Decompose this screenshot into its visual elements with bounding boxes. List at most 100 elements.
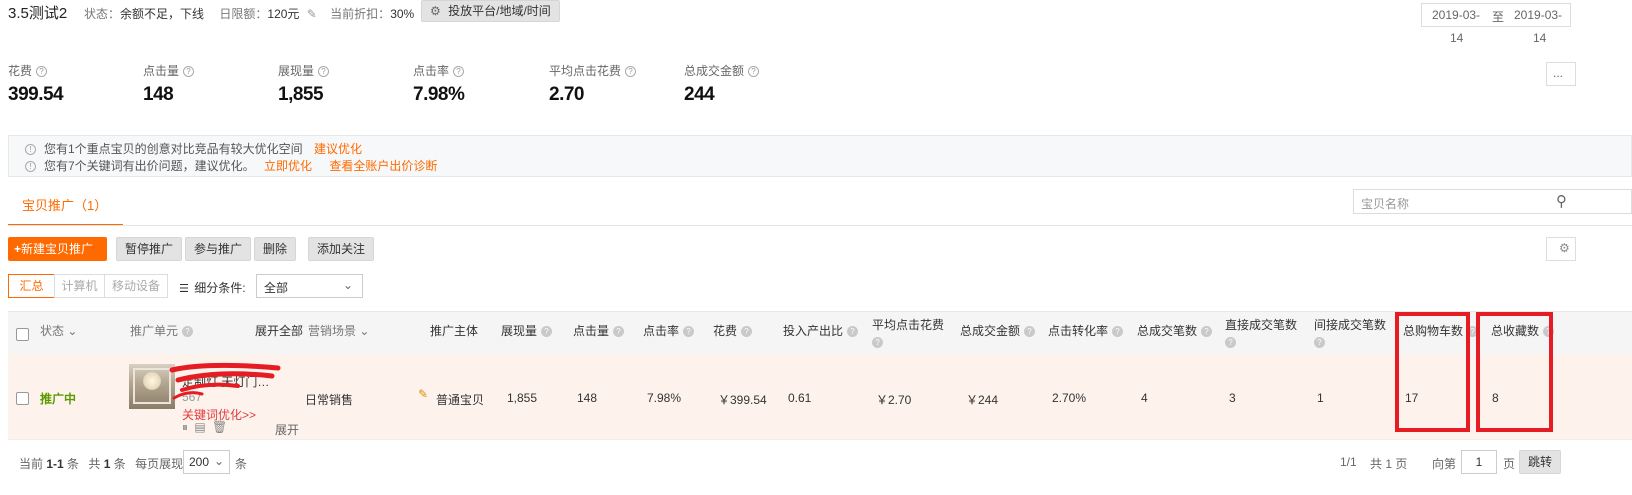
metric-value: 244 (684, 84, 715, 105)
help-icon[interactable]: ? (625, 66, 637, 78)
expand-link[interactable]: 展开 (275, 421, 299, 438)
help-icon[interactable]: ? (1112, 326, 1124, 338)
follow-button[interactable]: 添加关注 (308, 237, 375, 261)
discount-value: 30% (390, 7, 415, 21)
gear-icon: ⚙ (1559, 241, 1570, 255)
plus-icon: + (14, 242, 22, 256)
th-status[interactable]: 状态 ⌄ (40, 322, 77, 339)
help-icon[interactable]: ? (741, 326, 753, 338)
device-tab-summary[interactable]: 汇总 (8, 274, 55, 298)
help-icon[interactable]: ? (318, 66, 330, 78)
th-indirect-orders[interactable]: 间接成交笔数? (1314, 316, 1386, 349)
help-icon[interactable]: ? (182, 326, 194, 338)
th-cvr[interactable]: 点击转化率? (1048, 322, 1124, 339)
help-icon[interactable]: ? (183, 66, 195, 78)
notice-item: ! 您有7个关键词有出价问题，建议优化。 立即优化 查看全账户出价诊断 (25, 157, 437, 174)
optimize-now-link[interactable]: 立即优化 (264, 159, 312, 173)
cell-orders: 4 (1141, 391, 1148, 405)
settings-button[interactable]: ⚙ (1546, 237, 1576, 261)
cell-cvr: 2.70% (1052, 391, 1087, 405)
suggest-optimize-link[interactable]: 建议优化 (314, 142, 362, 156)
help-icon[interactable]: ? (1024, 326, 1036, 338)
cell-scene: 日常销售 (305, 393, 354, 407)
metric-value: 2.70 (549, 84, 584, 105)
help-icon[interactable]: ? (683, 326, 695, 338)
info-icon: ! (25, 161, 36, 173)
th-clicks[interactable]: 点击量? (573, 322, 625, 339)
per-page-select[interactable]: 200 ⌄ (183, 450, 230, 474)
more-button[interactable]: ... (1546, 62, 1576, 86)
ceiling-frame (133, 368, 171, 404)
help-icon[interactable]: ? (748, 66, 760, 78)
th-cost[interactable]: 花费? (713, 322, 753, 339)
help-icon[interactable]: ? (1201, 326, 1213, 338)
delete-button[interactable]: 删除 (254, 237, 297, 261)
select-all-checkbox[interactable] (16, 328, 29, 341)
edit-subject-icon[interactable]: ✎ (418, 387, 428, 401)
th-impressions[interactable]: 展现量? (501, 322, 553, 339)
budget-value: 120元 (267, 7, 300, 21)
goto-button[interactable]: 跳转 (1519, 450, 1561, 474)
help-icon[interactable]: ? (36, 66, 48, 78)
cell-indirect-orders: 1 (1317, 391, 1324, 405)
search-icon[interactable]: ⚲ (1556, 192, 1567, 210)
cell-impressions: 1,855 (507, 391, 538, 405)
status-value: 余额不足，下线 (120, 7, 205, 21)
metric-value: 148 (143, 84, 174, 105)
annotation-box-cart (1395, 312, 1470, 432)
cell-ctr: 7.98% (647, 391, 682, 405)
expand-all-link[interactable]: 展开全部 (255, 322, 303, 339)
pause-button[interactable]: 暂停推广 (116, 237, 183, 261)
date-start: 2019-03- (1432, 8, 1481, 22)
th-gmv[interactable]: 总成交金额? (960, 322, 1036, 339)
metric-value: 7.98% (413, 84, 465, 105)
info-icon: ! (25, 144, 36, 156)
help-icon[interactable]: ? (847, 326, 859, 338)
help-icon[interactable]: ? (1314, 337, 1325, 349)
th-orders[interactable]: 总成交笔数? (1137, 322, 1213, 339)
pagination-summary: 当前 1-1 条 共 1 条 每页展现 (19, 457, 184, 471)
platform-settings-button[interactable]: ⚙ 投放平台/地域/时间 (421, 0, 560, 22)
cell-gmv: ￥244 (966, 393, 999, 407)
device-tab-mobile[interactable]: 移动设备 (104, 274, 168, 298)
edit-budget-icon[interactable]: ✎ (307, 7, 317, 21)
cell-direct-orders: 3 (1229, 391, 1236, 405)
new-promotion-button[interactable]: +新建宝贝推广 (8, 237, 107, 261)
metric-clicks: 点击量? 148 (143, 62, 195, 106)
row-status: 推广中 (40, 392, 77, 406)
th-cpc[interactable]: 平均点击花费? (872, 316, 944, 349)
th-roi[interactable]: 投入产出比? (783, 322, 859, 339)
row-checkbox[interactable] (16, 392, 29, 405)
trash-icon[interactable]: 🗑 (212, 420, 227, 434)
bid-diagnosis-link[interactable]: 查看全账户出价诊断 (329, 159, 437, 173)
th-subject: 推广主体 (430, 324, 479, 338)
annotation-box-fav (1476, 312, 1553, 432)
device-tab-computer[interactable]: 计算机 (54, 274, 105, 298)
per-page-unit: 条 (235, 457, 248, 471)
help-icon[interactable]: ? (613, 326, 625, 338)
help-icon[interactable]: ? (1225, 337, 1236, 349)
filter-select[interactable]: 全部 ⌄ (256, 274, 363, 298)
metric-impressions: 展现量? 1,855 (278, 62, 330, 106)
metric-value: 399.54 (8, 84, 64, 105)
tab-item-promotion[interactable]: 宝贝推广（1） (22, 195, 107, 214)
th-direct-orders[interactable]: 直接成交笔数? (1225, 316, 1297, 349)
help-icon[interactable]: ? (872, 337, 883, 349)
date-range-picker[interactable]: 2019-03- 至 2019-03- (1421, 3, 1571, 27)
chevron-down-icon: ⌄ (214, 454, 225, 468)
pause-icon[interactable]: ⏸ (182, 420, 188, 434)
th-scene[interactable]: 营销场景 ⌄ (308, 322, 369, 339)
page-info: 1/1 (1340, 455, 1357, 469)
search-input[interactable]: 宝贝名称 ⚲ (1353, 189, 1632, 214)
help-icon[interactable]: ? (541, 326, 553, 338)
join-button[interactable]: 参与推广 (185, 237, 252, 261)
campaign-meta: 状态：余额不足，下线 日限额：120元 ✎ 当前折扣：30% (84, 5, 414, 22)
list-icon: ☰ (179, 283, 189, 295)
th-ctr[interactable]: 点击率? (643, 322, 695, 339)
goto-page-input[interactable]: 1 (1461, 450, 1497, 474)
copy-icon[interactable]: ▤ (194, 420, 205, 434)
help-icon[interactable]: ? (453, 66, 465, 78)
date-start-day: 14 (1450, 31, 1464, 45)
cell-roi: 0.61 (788, 391, 812, 405)
row-actions: ⏸ ▤ 🗑 (182, 420, 227, 435)
